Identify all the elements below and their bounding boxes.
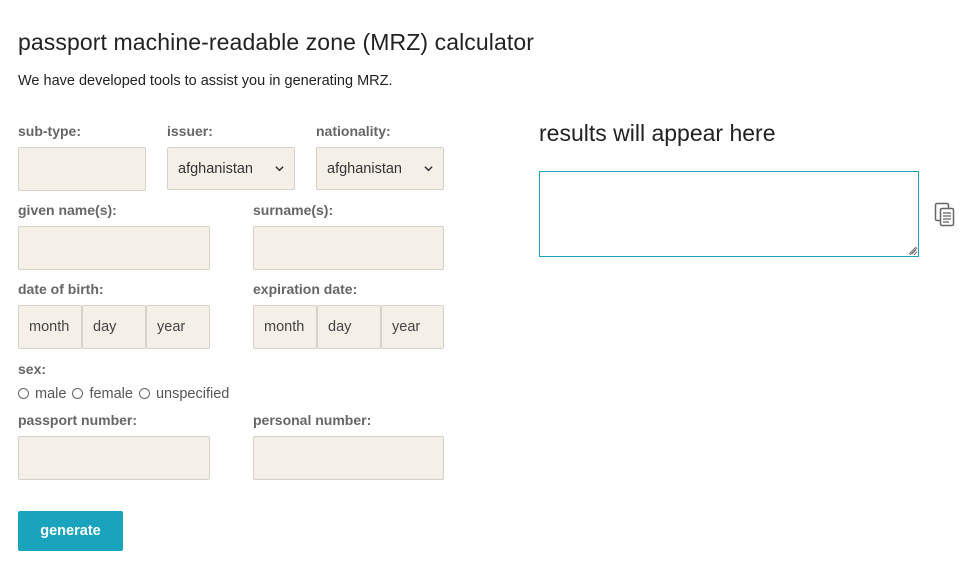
nationality-selected-value: afghanistan [327,160,402,177]
expiration-month-input[interactable] [253,305,317,349]
dob-label: date of birth: [18,281,104,297]
mrz-calculator-page: passport machine-readable zone (MRZ) cal… [0,0,965,565]
personal-number-label: personal number: [253,412,372,428]
given-names-input[interactable] [18,226,210,270]
chevron-down-icon [275,166,284,172]
passport-number-label: passport number: [18,412,138,428]
dob-month-input[interactable] [18,305,82,349]
given-names-label: given name(s): [18,202,117,218]
issuer-selected-value: afghanistan [178,160,253,177]
issuer-label: issuer: [167,123,213,139]
page-subtitle: We have developed tools to assist you in… [18,73,393,89]
passport-number-input[interactable] [18,436,210,480]
resize-grip-icon[interactable] [907,245,917,255]
results-textarea[interactable] [539,171,919,257]
sex-option-label[interactable]: unspecified [156,386,229,402]
nationality-select[interactable]: afghanistan [316,147,444,190]
sex-radio-female[interactable] [72,387,84,399]
expiration-year-input[interactable] [381,305,444,349]
expiration-day-input[interactable] [317,305,381,349]
subtype-label: sub-type: [18,123,81,139]
copy-icon[interactable] [934,202,956,228]
sex-radio-group: male female unspecified [18,386,235,402]
sex-radio-unspecified[interactable] [138,387,150,399]
generate-button[interactable]: generate [18,511,123,551]
surnames-input[interactable] [253,226,444,270]
subtype-input[interactable] [18,147,146,191]
expiration-label: expiration date: [253,281,358,297]
surnames-label: surname(s): [253,202,334,218]
issuer-select[interactable]: afghanistan [167,147,295,190]
results-title: results will appear here [539,120,776,146]
sex-label: sex: [18,361,47,377]
sex-option-label[interactable]: female [89,386,133,402]
sex-option-label[interactable]: male [35,386,66,402]
page-title: passport machine-readable zone (MRZ) cal… [18,29,535,55]
dob-day-input[interactable] [82,305,146,349]
dob-year-input[interactable] [146,305,210,349]
personal-number-input[interactable] [253,436,444,480]
chevron-down-icon [424,166,433,172]
sex-radio-male[interactable] [18,387,29,399]
nationality-label: nationality: [316,123,391,139]
